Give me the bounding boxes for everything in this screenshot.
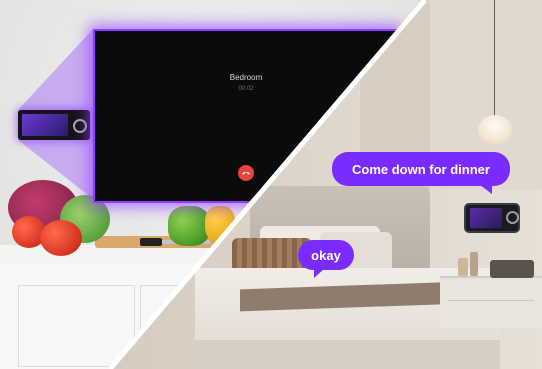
nightstand — [440, 276, 542, 328]
pendant-lamp-cord — [494, 0, 495, 118]
promo-scene: Bedroom 00:02 Come down for dinner okay — [0, 0, 542, 369]
caller-name: Bedroom — [229, 73, 263, 82]
hangup-button[interactable] — [238, 165, 254, 181]
knife-handle — [140, 238, 162, 246]
speech-bubble-tail — [480, 185, 492, 194]
kitchen-intercom-screen — [22, 114, 68, 136]
radio — [490, 260, 534, 278]
nightstand-drawer-line — [448, 300, 534, 301]
speech-bubble-tail — [314, 269, 324, 278]
kitchen-intercom-knob — [73, 119, 87, 133]
wall-intercom-knob — [506, 211, 519, 224]
cabinet-door — [18, 285, 135, 367]
bed-frame — [195, 340, 500, 369]
tomato — [40, 220, 82, 256]
phone-hangup-icon — [242, 172, 250, 175]
speech-bubble-dinner: Come down for dinner — [332, 152, 510, 186]
bottle — [458, 258, 468, 276]
green-pepper — [168, 206, 210, 246]
wall-intercom-screen — [470, 208, 502, 228]
pendant-lamp — [478, 115, 512, 145]
bottle — [470, 252, 478, 276]
speech-bubble-reply: okay — [298, 240, 354, 270]
